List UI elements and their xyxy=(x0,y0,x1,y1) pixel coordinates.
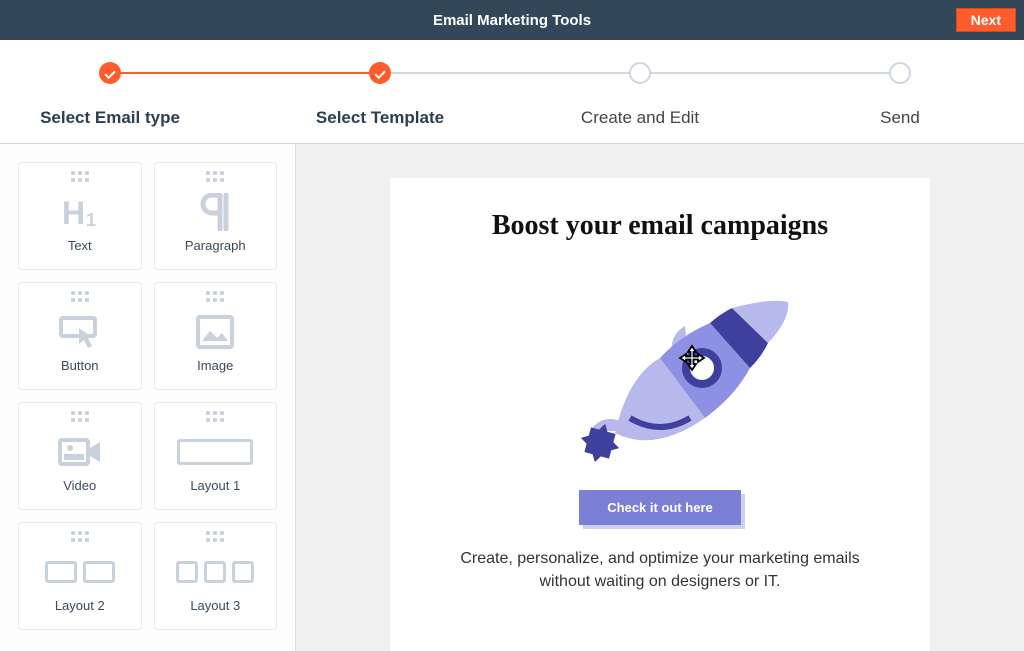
step-1-check-icon xyxy=(99,62,121,84)
tool-video[interactable]: Video xyxy=(18,402,142,510)
email-body-text[interactable]: Create, personalize, and optimize your m… xyxy=(460,547,860,593)
layout-3-icon xyxy=(176,550,254,594)
tool-label: Layout 2 xyxy=(55,598,105,613)
rocket-illustration[interactable] xyxy=(430,268,890,478)
header-title: Email Marketing Tools xyxy=(433,12,591,29)
step-1-label: Select Email type xyxy=(30,108,190,128)
next-button[interactable]: Next xyxy=(956,8,1016,32)
step-3-circle-icon xyxy=(629,62,651,84)
svg-text:H: H xyxy=(62,195,85,231)
main-area: H1 Text Paragraph xyxy=(0,144,1024,651)
tool-layout-3[interactable]: Layout 3 xyxy=(154,522,278,630)
tool-image[interactable]: Image xyxy=(154,282,278,390)
drag-handle-icon xyxy=(71,291,89,302)
drag-handle-icon xyxy=(206,411,224,422)
email-cta-button[interactable]: Check it out here xyxy=(579,490,740,525)
video-icon xyxy=(57,430,103,474)
step-2-label: Select Template xyxy=(300,108,460,128)
tool-label: Button xyxy=(61,358,99,373)
image-icon xyxy=(195,310,235,354)
button-icon xyxy=(57,310,103,354)
step-2-check-icon xyxy=(369,62,391,84)
tool-paragraph[interactable]: Paragraph xyxy=(154,162,278,270)
pilcrow-icon xyxy=(200,190,230,234)
layout-1-icon xyxy=(177,430,253,474)
drag-handle-icon xyxy=(206,291,224,302)
tool-label: Image xyxy=(197,358,233,373)
tool-label: Layout 1 xyxy=(190,478,240,493)
drag-handle-icon xyxy=(71,411,89,422)
tool-label: Text xyxy=(68,238,92,253)
tool-text[interactable]: H1 Text xyxy=(18,162,142,270)
drag-handle-icon xyxy=(71,171,89,182)
tool-label: Video xyxy=(63,478,96,493)
svg-text:1: 1 xyxy=(86,210,96,230)
email-preview[interactable]: Boost your email campaigns xyxy=(390,178,930,651)
step-3-label: Create and Edit xyxy=(560,108,720,128)
tool-button[interactable]: Button xyxy=(18,282,142,390)
step-4-circle-icon xyxy=(889,62,911,84)
step-2[interactable]: Select Template xyxy=(300,62,460,128)
email-headline[interactable]: Boost your email campaigns xyxy=(430,210,890,242)
step-4-label: Send xyxy=(820,108,980,128)
tool-layout-1[interactable]: Layout 1 xyxy=(154,402,278,510)
canvas-area[interactable]: Boost your email campaigns xyxy=(296,144,1024,651)
step-1[interactable]: Select Email type xyxy=(30,62,190,128)
move-cursor-icon xyxy=(678,344,706,372)
stepper: Select Email type Select Template Create… xyxy=(0,40,1024,144)
app-header: Email Marketing Tools Next xyxy=(0,0,1024,40)
heading-icon: H1 xyxy=(58,190,102,234)
tool-label: Paragraph xyxy=(185,238,246,253)
drag-handle-icon xyxy=(206,531,224,542)
layout-2-icon xyxy=(45,550,115,594)
drag-handle-icon xyxy=(206,171,224,182)
tool-sidebar: H1 Text Paragraph xyxy=(0,144,296,651)
tool-label: Layout 3 xyxy=(190,598,240,613)
tool-layout-2[interactable]: Layout 2 xyxy=(18,522,142,630)
step-3[interactable]: Create and Edit xyxy=(560,62,720,128)
drag-handle-icon xyxy=(71,531,89,542)
step-4[interactable]: Send xyxy=(820,62,980,128)
